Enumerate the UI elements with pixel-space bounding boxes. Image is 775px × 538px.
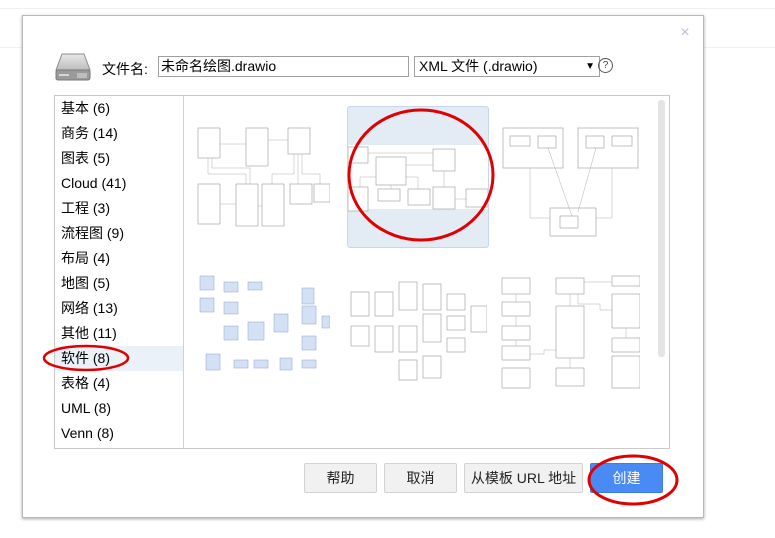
category-basic[interactable]: 基本 (6) — [55, 96, 183, 121]
category-flowchart[interactable]: 流程图 (9) — [55, 221, 183, 246]
category-layout[interactable]: 布局 (4) — [55, 246, 183, 271]
component-diagram-preview — [502, 127, 639, 237]
category-software[interactable]: 软件 (8) — [55, 346, 183, 371]
template-thumb[interactable] — [190, 108, 331, 248]
category-list: 基本 (6) 商务 (14) 图表 (5) Cloud (41) 工程 (3) … — [55, 96, 184, 448]
entity-relationship-preview — [199, 275, 331, 371]
category-tables[interactable]: 表格 (4) — [55, 371, 183, 396]
category-maps[interactable]: 地图 (5) — [55, 271, 183, 296]
uml-class-diagram-selected-preview — [347, 145, 489, 212]
close-icon[interactable]: × — [678, 25, 692, 41]
from-template-url-button[interactable]: 从模板 URL 地址 — [464, 463, 583, 493]
table-schema-preview — [501, 275, 641, 389]
template-thumb[interactable] — [347, 264, 488, 404]
hard-drive-icon — [55, 53, 91, 81]
template-thumb[interactable] — [500, 108, 640, 248]
format-selected-value: XML 文件 (.drawio) — [419, 58, 538, 74]
uml-class-diagram-preview — [197, 127, 331, 227]
new-diagram-dialog: × 文件名: 未命名绘图.drawio XML 文件 (.drawio) ▼ ?… — [22, 15, 704, 518]
filename-input[interactable]: 未命名绘图.drawio — [158, 56, 409, 77]
template-grid — [184, 96, 654, 448]
filename-label: 文件名: — [102, 61, 148, 77]
create-button[interactable]: 创建 — [590, 463, 663, 493]
category-uml[interactable]: UML (8) — [55, 396, 183, 421]
template-thumb[interactable] — [190, 264, 331, 404]
format-select[interactable]: XML 文件 (.drawio) ▼ — [414, 56, 600, 77]
category-business[interactable]: 商务 (14) — [55, 121, 183, 146]
category-venn[interactable]: Venn (8) — [55, 421, 183, 446]
dropdown-arrow-icon: ▼ — [585, 61, 595, 72]
database-tables-preview — [350, 281, 488, 381]
template-scrollbar[interactable] — [658, 100, 665, 357]
category-engineering[interactable]: 工程 (3) — [55, 196, 183, 221]
template-thumb[interactable] — [500, 264, 641, 404]
category-network[interactable]: 网络 (13) — [55, 296, 183, 321]
cancel-button[interactable]: 取消 — [384, 463, 457, 493]
help-button[interactable]: 帮助 — [304, 463, 377, 493]
template-panel: 基本 (6) 商务 (14) 图表 (5) Cloud (41) 工程 (3) … — [54, 95, 670, 449]
help-icon[interactable]: ? — [598, 58, 613, 73]
category-cloud[interactable]: Cloud (41) — [55, 171, 183, 196]
template-thumb-selected[interactable] — [347, 106, 489, 248]
category-other[interactable]: 其他 (11) — [55, 321, 183, 346]
category-charts[interactable]: 图表 (5) — [55, 146, 183, 171]
